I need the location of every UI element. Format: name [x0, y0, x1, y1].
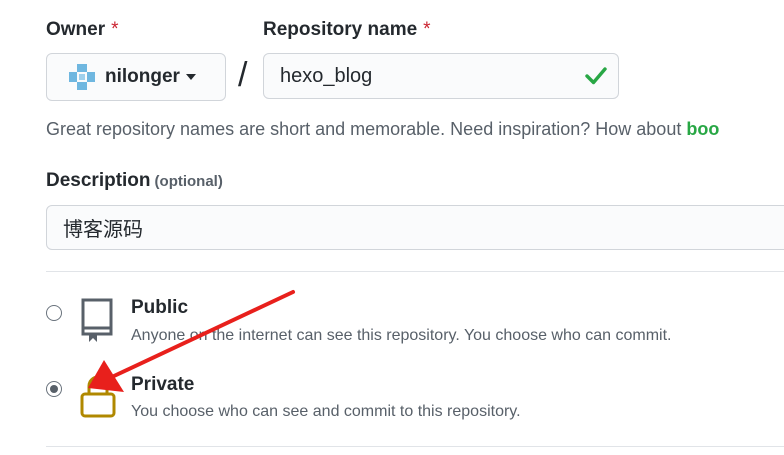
annotation-arrow-icon [88, 290, 295, 392]
